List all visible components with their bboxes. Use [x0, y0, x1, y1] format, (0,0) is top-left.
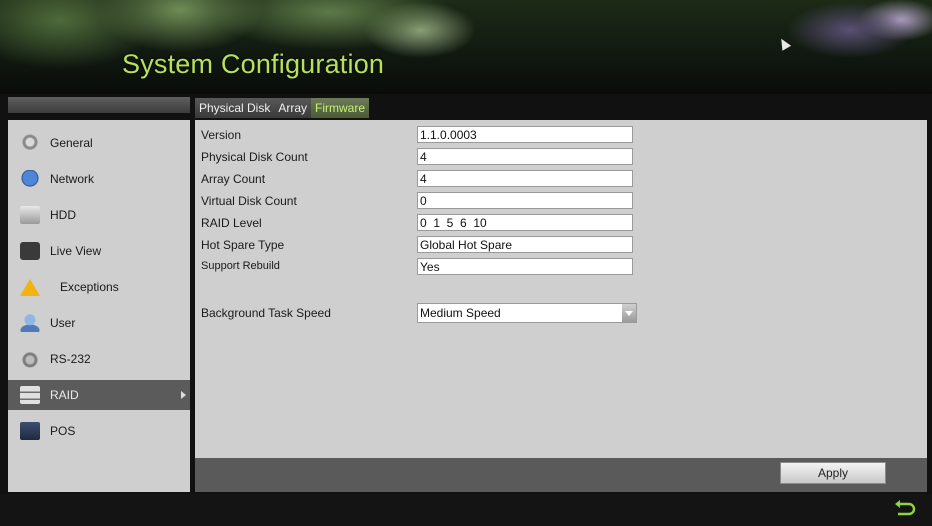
physical-disk-count-field[interactable]: 4 — [417, 148, 633, 165]
chevron-right-icon — [181, 391, 186, 399]
background-task-speed-label: Background Task Speed — [201, 306, 331, 320]
live-view-icon — [20, 242, 40, 260]
sidebar-item-label: POS — [50, 424, 76, 438]
apply-button[interactable]: Apply — [780, 462, 886, 484]
support-rebuild-label: Support Rebuild — [201, 260, 280, 272]
sidebar-item-general[interactable]: General — [8, 128, 190, 158]
tab-bar: Physical Disk Array Firmware — [195, 98, 370, 118]
virtual-disk-count-label: Virtual Disk Count — [201, 194, 297, 208]
physical-disk-count-label: Physical Disk Count — [201, 150, 308, 164]
user-icon — [20, 314, 40, 332]
bottom-bar — [0, 494, 932, 526]
sidebar-item-label: RS-232 — [50, 352, 91, 366]
tab-array[interactable]: Array — [274, 98, 312, 118]
back-icon[interactable] — [894, 500, 916, 520]
rs232-icon — [20, 350, 40, 368]
sidebar-item-label: HDD — [50, 208, 76, 222]
raid-icon — [20, 386, 40, 404]
sidebar-item-pos[interactable]: POS — [8, 416, 190, 446]
header-banner: System Configuration — [0, 0, 932, 94]
firmware-panel: Version 1.1.0.0003 Physical Disk Count 4… — [195, 120, 927, 458]
sidebar-item-label: User — [50, 316, 76, 330]
page-title: System Configuration — [122, 49, 385, 79]
sidebar-item-network[interactable]: Network — [8, 164, 190, 194]
sidebar-item-label: Exceptions — [60, 280, 119, 294]
raid-level-label: RAID Level — [201, 216, 262, 230]
hdd-icon — [20, 206, 40, 224]
array-count-field[interactable]: 4 — [417, 170, 633, 187]
sidebar-item-label: Network — [50, 172, 95, 186]
array-count-label: Array Count — [201, 172, 266, 186]
sidebar-item-exceptions[interactable]: Exceptions — [8, 272, 190, 302]
background-task-speed-value: Medium Speed — [420, 306, 501, 320]
mouse-cursor-icon — [776, 36, 792, 51]
sidebar-item-user[interactable]: User — [8, 308, 190, 338]
sidebar-item-rs232[interactable]: RS-232 — [8, 344, 190, 374]
sidebar-header-bar — [8, 97, 190, 113]
hot-spare-type-label: Hot Spare Type — [201, 238, 285, 252]
version-field[interactable]: 1.1.0.0003 — [417, 126, 633, 143]
virtual-disk-count-field[interactable]: 0 — [417, 192, 633, 209]
pos-icon — [20, 422, 40, 440]
sidebar-item-hdd[interactable]: HDD — [8, 200, 190, 230]
system-configuration-window: System Configuration Physical Disk Array… — [0, 0, 932, 526]
network-icon — [20, 170, 40, 188]
sidebar-item-label: Live View — [50, 244, 102, 258]
tab-physical-disk[interactable]: Physical Disk — [195, 98, 275, 118]
support-rebuild-field[interactable]: Yes — [417, 258, 633, 275]
sidebar-item-live-view[interactable]: Live View — [8, 236, 190, 266]
tab-firmware[interactable]: Firmware — [311, 98, 370, 118]
footer-bar: Apply — [195, 458, 927, 492]
hot-spare-type-field[interactable]: Global Hot Spare — [417, 236, 633, 253]
chevron-down-icon[interactable] — [622, 304, 636, 322]
general-icon — [20, 134, 40, 152]
sidebar-item-label: RAID — [50, 388, 79, 402]
version-label: Version — [201, 128, 242, 142]
sidebar: General Network HDD Live View Exceptions… — [8, 120, 190, 492]
background-task-speed-select[interactable]: Medium Speed — [417, 303, 637, 323]
raid-level-field[interactable]: 0 1 5 6 10 — [417, 214, 633, 231]
sidebar-item-label: General — [50, 136, 93, 150]
warning-icon — [20, 278, 40, 296]
sidebar-item-raid[interactable]: RAID — [8, 380, 190, 410]
